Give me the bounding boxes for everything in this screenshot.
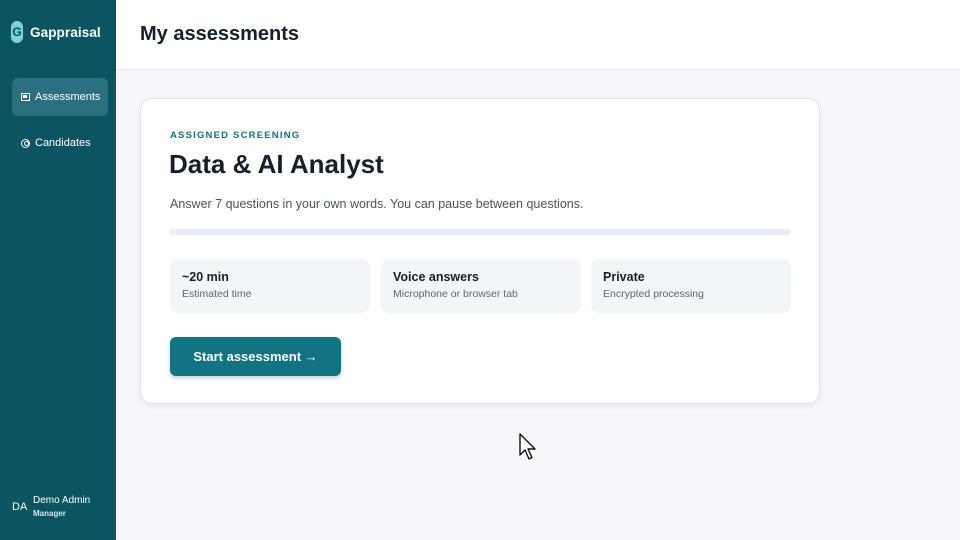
sidebar-item-label: Assessments — [35, 91, 101, 103]
brand-logo-icon: G — [11, 21, 23, 43]
assessments-icon — [21, 93, 30, 102]
info-tile-voice: Voice answers Microphone or browser tab — [381, 259, 581, 313]
start-assessment-button[interactable]: Start assessment → — [170, 337, 341, 376]
page-title: My assessments — [140, 23, 299, 45]
top-bar: My assessments — [116, 0, 960, 70]
avatar: DA — [12, 500, 28, 513]
assessment-description: Answer 7 questions in your own words. Yo… — [170, 197, 584, 211]
info-tile-time: ~20 min Estimated time — [170, 259, 370, 313]
user-profile[interactable]: DA Demo Admin Manager — [12, 495, 90, 518]
card-eyebrow: ASSIGNED SCREENING — [170, 130, 301, 141]
user-role: Manager — [33, 509, 66, 518]
user-info: Demo Admin Manager — [33, 495, 90, 518]
brand-name: Gappraisal — [30, 24, 101, 40]
sidebar-item-assessments[interactable]: Assessments — [12, 78, 108, 116]
info-title: Voice answers — [393, 270, 479, 284]
brand[interactable]: G Gappraisal — [11, 21, 101, 43]
sidebar-item-candidates[interactable]: Candidates — [12, 124, 108, 162]
info-subtitle: Estimated time — [182, 288, 252, 300]
mouse-cursor-icon — [519, 433, 536, 460]
sidebar-item-label: Candidates — [35, 137, 91, 149]
info-title: ~20 min — [182, 270, 229, 284]
user-name: Demo Admin — [33, 495, 91, 506]
assessment-title: Data & AI Analyst — [169, 149, 384, 179]
candidates-icon — [21, 138, 30, 148]
info-subtitle: Encrypted processing — [603, 288, 704, 300]
info-tile-privacy: Private Encrypted processing — [591, 259, 791, 313]
progress-bar — [170, 229, 791, 235]
info-title: Private — [603, 270, 645, 284]
sidebar: G Gappraisal Assessments Candidates DA D… — [0, 0, 116, 540]
info-subtitle: Microphone or browser tab — [393, 288, 518, 300]
assessment-card: ASSIGNED SCREENING Data & AI Analyst Ans… — [140, 98, 820, 404]
